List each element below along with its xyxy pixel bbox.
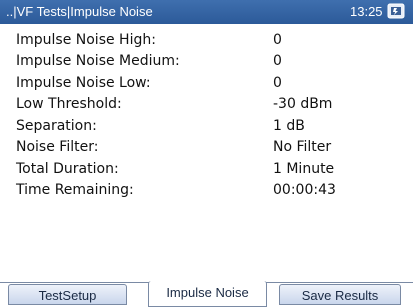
time-remaining-label: Time Remaining:: [16, 182, 134, 198]
tab-test-setup[interactable]: TestSetup: [8, 284, 127, 305]
total-duration-value: 1 Minute: [273, 161, 335, 177]
battery-charging-icon: [387, 3, 405, 19]
time-remaining-value: 00:00:43: [273, 182, 336, 198]
separation-value: 1 dB: [273, 118, 305, 134]
impulse-noise-low-row: Impulse Noise Low: 0: [0, 73, 413, 95]
low-threshold-label: Low Threshold:: [16, 96, 122, 112]
separation-row: Separation: 1 dB: [0, 116, 413, 138]
low-threshold-row: Low Threshold: -30 dBm: [0, 94, 413, 116]
tab-impulse-noise[interactable]: Impulse Noise: [148, 281, 267, 307]
impulse-noise-medium-value: 0: [273, 53, 282, 69]
tab-save-results[interactable]: Save Results: [279, 284, 401, 305]
low-threshold-value: -30 dBm: [273, 96, 333, 112]
noise-filter-value: No Filter: [273, 139, 332, 155]
total-duration-row: Total Duration: 1 Minute: [0, 159, 413, 181]
impulse-noise-medium-label: Impulse Noise Medium:: [16, 53, 180, 69]
time-remaining-row: Time Remaining: 00:00:43: [0, 180, 413, 202]
window-title: ..|VF Tests|Impulse Noise: [6, 4, 153, 19]
impulse-noise-high-row: Impulse Noise High: 0: [0, 30, 413, 52]
clock-time: 13:25: [350, 4, 383, 19]
impulse-noise-low-label: Impulse Noise Low:: [16, 75, 151, 91]
impulse-noise-high-value: 0: [273, 32, 282, 48]
tab-bar: TestSetup Impulse Noise Save Results: [0, 281, 413, 307]
total-duration-label: Total Duration:: [16, 161, 119, 177]
impulse-noise-low-value: 0: [273, 75, 282, 91]
impulse-noise-high-label: Impulse Noise High:: [16, 32, 156, 48]
impulse-noise-medium-row: Impulse Noise Medium: 0: [0, 51, 413, 73]
title-bar: ..|VF Tests|Impulse Noise 13:25: [0, 0, 413, 24]
separation-label: Separation:: [16, 118, 97, 134]
noise-filter-label: Noise Filter:: [16, 139, 99, 155]
noise-filter-row: Noise Filter: No Filter: [0, 137, 413, 159]
